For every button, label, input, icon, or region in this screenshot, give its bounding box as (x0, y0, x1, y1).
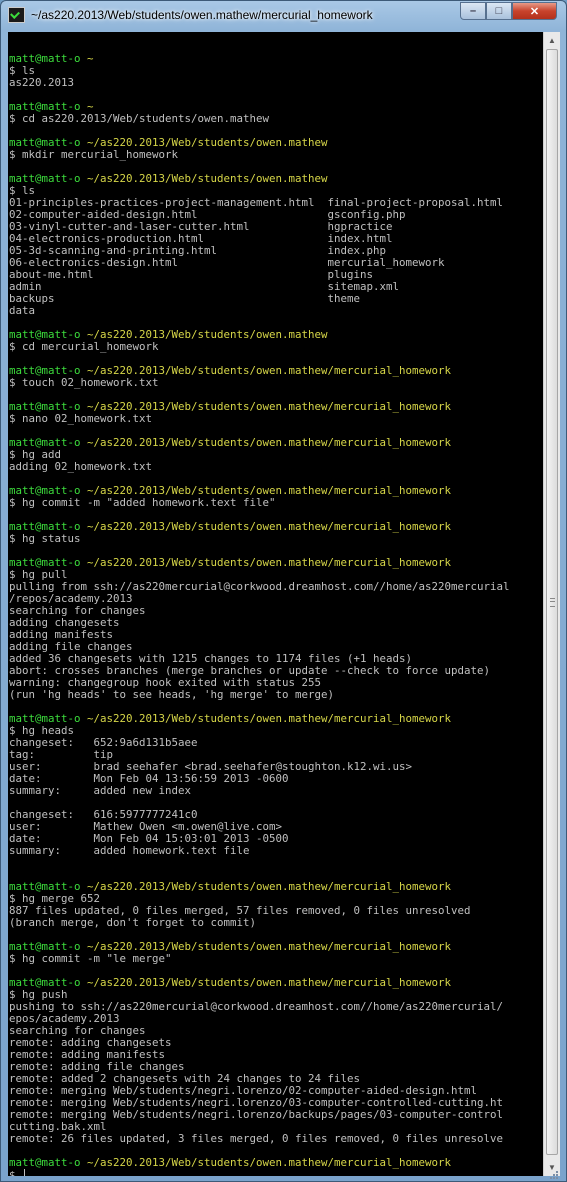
terminal-output-line: backups theme (9, 292, 361, 305)
minimize-button[interactable]: – (460, 2, 486, 20)
prompt-path: ~/as220.2013/Web/students/owen.mathew (87, 172, 328, 185)
prompt-path: ~/as220.2013/Web/students/owen.mathew/me… (87, 1156, 452, 1169)
terminal-prompt-line: matt@matt-o ~ (9, 53, 543, 65)
terminal-output-line: $ mkdir mercurial_homework (9, 148, 179, 161)
terminal-output-line: (branch merge, don't forget to commit) (9, 916, 257, 929)
scrollbar-thumb[interactable] (546, 49, 558, 1155)
prompt-path: ~/as220.2013/Web/students/owen.mathew/me… (87, 520, 452, 533)
terminal-output-line: $ touch 02_homework.txt (9, 376, 159, 389)
terminal-output-line: $ ls (9, 64, 36, 77)
terminal-output-line: adding 02_homework.txt (9, 460, 153, 473)
title-bar[interactable]: ~/as220.2013/Web/students/owen.mathew/me… (1, 1, 566, 31)
terminal-prompt-line: matt@matt-o ~/as220.2013/Web/students/ow… (9, 977, 543, 989)
prompt-path: ~/as220.2013/Web/students/owen.mathew/me… (87, 976, 452, 989)
terminal-output-line: remote: 26 files updated, 3 files merged… (9, 1132, 504, 1145)
terminal-output-line: summary: added new index (9, 784, 192, 797)
scroll-up-icon[interactable]: ▲ (544, 32, 560, 49)
input-prompt: $ (9, 1169, 23, 1177)
terminal-prompt-line: matt@matt-o ~/as220.2013/Web/students/ow… (9, 557, 543, 569)
maximize-button[interactable]: □ (486, 2, 512, 20)
close-button[interactable]: ✕ (512, 2, 557, 20)
terminal-output[interactable]: matt@matt-o ~ $ ls as220.2013 matt@matt-o ~… (8, 32, 543, 1176)
terminal-output-line: $ cd as220.2013/Web/students/owen.mathew (9, 112, 270, 125)
prompt-path: ~/as220.2013/Web/students/owen.mathew/me… (87, 556, 452, 569)
terminal-output-line: $ cd mercurial_homework (9, 340, 159, 353)
terminal-input-line: $ (9, 1169, 543, 1176)
window-title: ~/as220.2013/Web/students/owen.mathew/me… (31, 8, 373, 22)
terminal-prompt-line: matt@matt-o ~/as220.2013/Web/students/ow… (9, 521, 543, 533)
terminal-output-line: as220.2013 (9, 76, 75, 89)
terminal-output-line: summary: added homework.text file (9, 844, 250, 857)
terminal-output-line: $ hg status (9, 532, 81, 545)
terminal-output-line: $ nano 02_homework.txt (9, 412, 153, 425)
terminal-prompt-line: matt@matt-o ~/as220.2013/Web/students/ow… (9, 173, 543, 185)
prompt-user-host: matt@matt-o (9, 1156, 81, 1169)
prompt-path: ~/as220.2013/Web/students/owen.mathew/me… (87, 436, 452, 449)
prompt-path: ~/as220.2013/Web/students/owen.mathew/me… (87, 712, 452, 725)
terminal-window: ~/as220.2013/Web/students/owen.mathew/me… (0, 0, 567, 1182)
resize-grip-icon[interactable] (547, 1168, 559, 1180)
terminal-app-icon (8, 7, 25, 23)
terminal-output-line: (run 'hg heads' to see heads, 'hg merge'… (9, 688, 335, 701)
terminal-output-line: $ hg commit -m "added homework.text file… (9, 496, 276, 509)
terminal-lines: matt@matt-o ~ $ ls as220.2013 matt@matt-o ~… (8, 32, 543, 1176)
terminal-output-line: $ hg commit -m "le merge" (9, 952, 172, 965)
terminal-prompt-line: matt@matt-o ~/as220.2013/Web/students/ow… (9, 713, 543, 725)
terminal-prompt-line: matt@matt-o ~/as220.2013/Web/students/ow… (9, 437, 543, 449)
terminal-output-line: data (9, 304, 36, 317)
prompt-path: ~ (87, 52, 94, 65)
terminal-prompt-line: matt@matt-o ~/as220.2013/Web/students/ow… (9, 1157, 543, 1169)
vertical-scrollbar[interactable]: ▲ ▼ (543, 32, 560, 1176)
prompt-path: ~/as220.2013/Web/students/owen.mathew/me… (87, 880, 452, 893)
text-cursor[interactable] (24, 1169, 26, 1176)
scrollbar-grip-icon (550, 598, 555, 607)
